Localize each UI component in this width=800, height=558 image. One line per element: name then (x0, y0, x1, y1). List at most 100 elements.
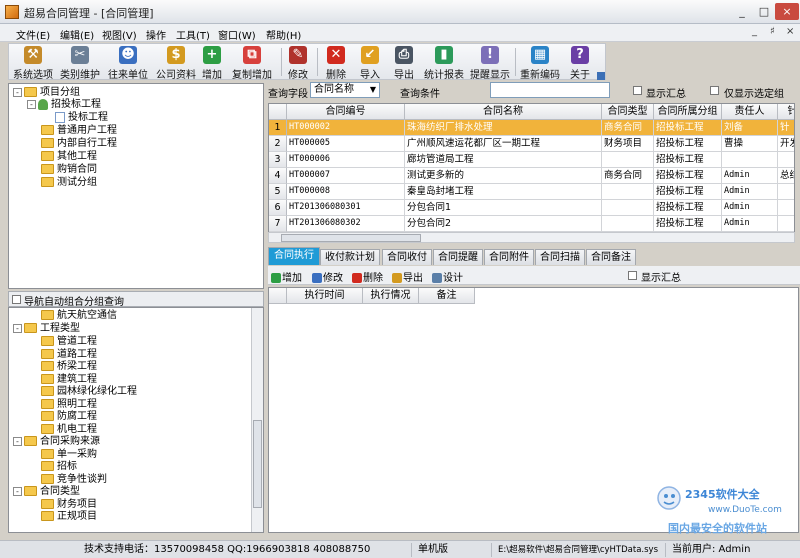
import-icon: ↙ (361, 46, 379, 64)
tree-item-other-project[interactable]: 其他工程 (41, 150, 97, 163)
detail-edit-button[interactable]: 修改 (312, 269, 343, 284)
status-bar: 技术支持电话：13570098458 QQ:1966903818 4080887… (0, 540, 800, 558)
detail-design-button[interactable]: 设计 (432, 269, 463, 284)
table-row[interactable]: 1 HT000002 珠海纺织厂排水处理 商务合同 招投标工程 刘备 针 (269, 120, 794, 136)
tree-item-tender-project[interactable]: 投标工程 (55, 111, 108, 124)
company-info-button[interactable]: $ 公司资料 (153, 44, 199, 81)
tree-item-project-type[interactable]: - 工程类型 (13, 322, 80, 335)
query-field-select[interactable]: 合同名称 ▼ (310, 82, 380, 98)
menu-operation[interactable]: 操作 (146, 27, 166, 42)
nav-auto-group-checkbox[interactable] (12, 295, 21, 304)
menu-tools[interactable]: 工具(T) (176, 27, 210, 42)
tab-contract-execution[interactable]: 合同执行 (268, 247, 320, 265)
tree-item-aerospace[interactable]: 航天航空通信 (41, 309, 117, 322)
column-header-execution-status[interactable]: 执行情况 (363, 288, 419, 304)
tab-contract-attachments[interactable]: 合同附件 (484, 249, 534, 265)
tree-item-contract-type[interactable]: - 合同类型 (13, 485, 80, 498)
tree-item-formal-project[interactable]: 正规项目 (41, 510, 97, 523)
minimize-button[interactable]: _ (730, 3, 754, 20)
collapse-icon[interactable]: - (13, 486, 22, 496)
close-button[interactable]: × (775, 3, 799, 20)
menu-bar: 文件(E) 编辑(E) 视图(V) 操作 工具(T) 窗口(W) 帮助(H) _… (0, 24, 800, 42)
recode-button[interactable]: ▦ 重新编码 (519, 44, 561, 81)
table-row[interactable]: 7 HT201306080302 分包合同2 招投标工程 Admin (269, 216, 794, 232)
tree-item-pipeline[interactable]: 管道工程 (41, 335, 97, 348)
tree-item-purchase-contract[interactable]: 购销合同 (41, 163, 97, 176)
tab-payment-plan[interactable]: 收付款计划 (320, 249, 380, 265)
tree-item-bridge[interactable]: 桥梁工程 (41, 360, 97, 373)
tree-item-ordinary-user-project[interactable]: 普通用户工程 (41, 124, 117, 137)
menu-view[interactable]: 视图(V) (102, 27, 137, 42)
table-row[interactable]: 4 HT000007 测试更多新的 商务合同 招投标工程 Admin 总结 (269, 168, 794, 184)
edit-button[interactable]: ✎ 修改 (285, 44, 311, 81)
folder-icon (41, 151, 54, 161)
detail-export-button[interactable]: 导出 (392, 269, 423, 284)
tab-contract-scans[interactable]: 合同扫描 (535, 249, 585, 265)
detail-delete-button[interactable]: 删除 (352, 269, 383, 284)
table-row[interactable]: 2 HT000005 广州顺风速运花都厂区一期工程 财务项目 招投标工程 曹操 … (269, 136, 794, 152)
tree-item-anticorrosion[interactable]: 防腐工程 (41, 410, 97, 423)
table-row[interactable]: 6 HT201306080301 分包合同1 招投标工程 Admin (269, 200, 794, 216)
column-header-code[interactable]: 合同编号 (287, 104, 405, 120)
menu-window[interactable]: 窗口(W) (218, 27, 256, 42)
tab-contract-reminders[interactable]: 合同提醒 (433, 249, 483, 265)
tab-contract-notes[interactable]: 合同备注 (586, 249, 636, 265)
window-title: 超易合同管理 - [合同管理] (24, 7, 154, 20)
column-header-owner[interactable]: 责任人 (722, 104, 778, 120)
grid-scroll-thumb[interactable] (281, 234, 421, 242)
add-button[interactable]: + 增加 (199, 44, 225, 81)
tree-item-tender[interactable]: 招标 (41, 460, 77, 473)
collapse-icon[interactable]: - (13, 436, 22, 446)
status-user: 当前用户: Admin (672, 544, 751, 555)
column-header-type[interactable]: 合同类型 (602, 104, 654, 120)
tree-scroll-thumb[interactable] (253, 420, 262, 508)
about-button[interactable]: ? 关于 (567, 44, 593, 81)
maximize-button[interactable]: □ (752, 3, 776, 20)
reminder-display-button[interactable]: ! 提醒显示 (469, 44, 511, 81)
delete-button[interactable]: ✕ 删除 (323, 44, 349, 81)
mdi-minimize-button[interactable]: _ (752, 26, 757, 37)
folder-icon (41, 511, 54, 521)
column-header-group[interactable]: 合同所属分组 (654, 104, 722, 120)
mdi-close-button[interactable]: × (786, 26, 794, 37)
table-row[interactable]: 3 HT000006 廊坊管道局工程 招投标工程 (269, 152, 794, 168)
grid-horizontal-scrollbar[interactable] (268, 232, 795, 243)
toolbar-separator (515, 48, 516, 76)
statistics-report-button[interactable]: ▮ 统计报表 (423, 44, 465, 81)
tree-item-test-group[interactable]: 测试分组 (41, 176, 97, 189)
column-header-notes[interactable]: 备注 (419, 288, 475, 304)
show-summary-checkbox[interactable] (633, 86, 642, 95)
only-selected-group-checkbox[interactable] (710, 86, 719, 95)
column-header-extra[interactable]: 针 (778, 104, 794, 120)
toolbar-overflow-button[interactable] (597, 72, 605, 80)
table-row[interactable]: 5 HT000008 秦皇岛封堵工程 招投标工程 Admin (269, 184, 794, 200)
tree-vertical-scrollbar[interactable] (251, 308, 263, 532)
tree-item-landscaping[interactable]: 园林绿化绿化工程 (41, 385, 137, 398)
column-header-execution-time[interactable]: 执行时间 (287, 288, 363, 304)
tree-item-bidding-project[interactable]: - 招投标工程 (27, 98, 101, 111)
category-maintenance-button[interactable]: ✂ 类别维护 (57, 44, 103, 81)
column-header-name[interactable]: 合同名称 (405, 104, 602, 120)
tree-item-procurement-source[interactable]: - 合同采购来源 (13, 435, 100, 448)
detail-show-summary-checkbox[interactable] (628, 271, 637, 280)
collapse-icon[interactable]: - (27, 99, 36, 109)
collapse-icon[interactable]: - (13, 87, 22, 97)
tree-item-internal-project[interactable]: 内部自行工程 (41, 137, 117, 150)
export-icon (392, 273, 402, 283)
query-bar: 查询字段 合同名称 ▼ 查询条件 显示汇总 仅显示选定组 (268, 80, 800, 101)
menu-file[interactable]: 文件(E) (16, 27, 50, 42)
document-icon (55, 111, 65, 123)
copy-add-button[interactable]: ⧉ 复制增加 (229, 44, 275, 81)
detail-add-button[interactable]: 增加 (271, 269, 302, 284)
menu-edit[interactable]: 编辑(E) (60, 27, 94, 42)
delete-icon (352, 273, 362, 283)
export-button[interactable]: ⎙ 导出 (391, 44, 417, 81)
collapse-icon[interactable]: - (13, 323, 22, 333)
import-button[interactable]: ↙ 导入 (357, 44, 383, 81)
menu-help[interactable]: 帮助(H) (266, 27, 301, 42)
query-condition-input[interactable] (490, 82, 610, 98)
tab-contract-payments[interactable]: 合同收付 (382, 249, 432, 265)
contacts-button[interactable]: ☻ 往来单位 (105, 44, 151, 81)
mdi-restore-button[interactable]: ♯ (770, 26, 775, 37)
system-options-button[interactable]: ⚒ 系统选项 (11, 44, 55, 81)
